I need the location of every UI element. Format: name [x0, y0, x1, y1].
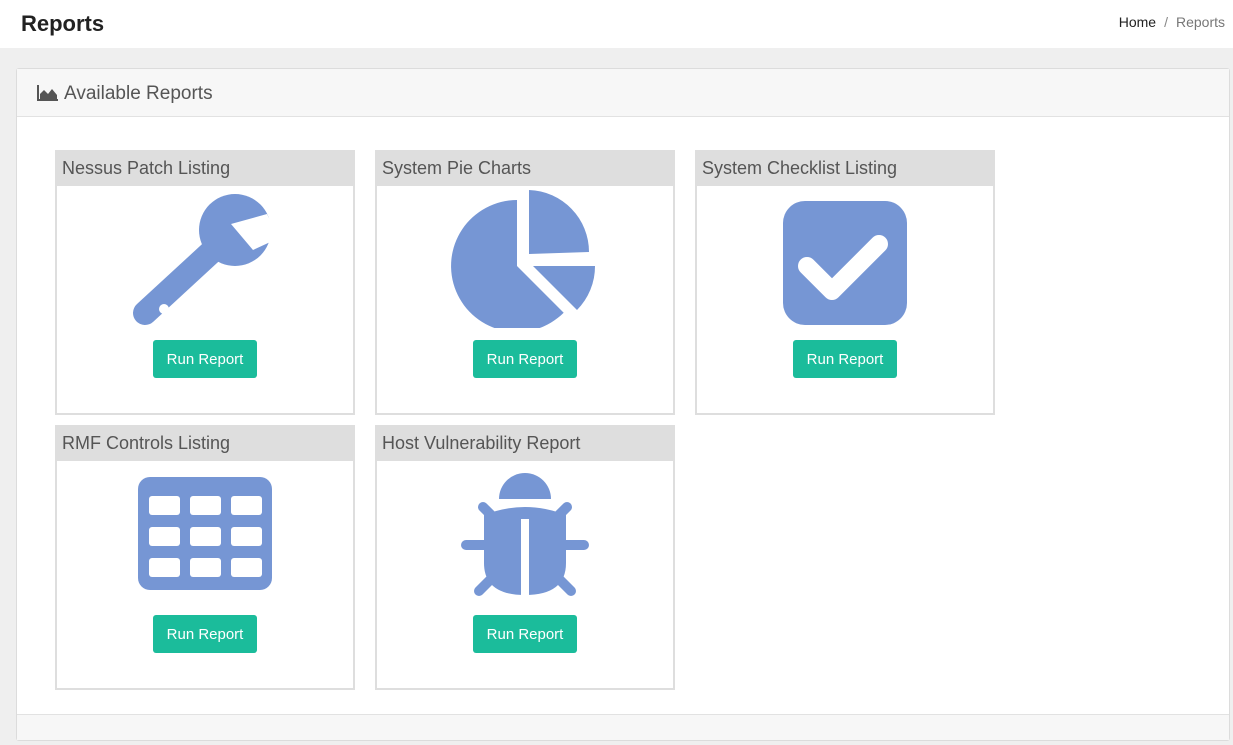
checkbox-icon [697, 188, 993, 328]
card-header: RMF Controls Listing [57, 427, 353, 461]
breadcrumb-home-link[interactable]: Home [1119, 14, 1156, 30]
available-reports-panel: Available Reports Nessus Patch Listing R… [16, 68, 1230, 741]
run-report-button[interactable]: Run Report [793, 340, 897, 378]
run-report-button[interactable]: Run Report [473, 340, 577, 378]
report-card-nessus-patch-listing: Nessus Patch Listing Run Report [55, 150, 355, 415]
report-card-host-vulnerability-report: Host Vulnerability Report Run Report [375, 425, 675, 690]
breadcrumb: Home / Reports [1119, 14, 1225, 30]
run-report-button[interactable]: Run Report [153, 340, 257, 378]
breadcrumb-separator: / [1164, 14, 1168, 30]
report-card-system-checklist-listing: System Checklist Listing Run Report [695, 150, 995, 415]
run-report-button[interactable]: Run Report [153, 615, 257, 653]
report-card-rmf-controls-listing: RMF Controls Listing Run Report [55, 425, 355, 690]
top-bar: Reports Home / Reports [0, 0, 1233, 48]
card-title: Host Vulnerability Report [382, 433, 581, 453]
pie-chart-icon [377, 188, 673, 332]
card-header: System Checklist Listing [697, 152, 993, 186]
run-report-button[interactable]: Run Report [473, 615, 577, 653]
card-header: Host Vulnerability Report [377, 427, 673, 461]
page-title: Reports [21, 11, 105, 36]
panel-footer [17, 714, 1229, 740]
card-title: System Checklist Listing [702, 158, 898, 178]
card-header: Nessus Patch Listing [57, 152, 353, 186]
card-title: Nessus Patch Listing [62, 158, 231, 178]
wrench-icon [57, 188, 353, 328]
panel-header: Available Reports [17, 69, 1229, 117]
area-chart-icon [37, 84, 59, 107]
card-header: System Pie Charts [377, 152, 673, 186]
bug-icon [377, 463, 673, 603]
panel-title: Available Reports [64, 83, 213, 104]
report-card-system-pie-charts: System Pie Charts Run Report [375, 150, 675, 415]
card-title: RMF Controls Listing [62, 433, 231, 453]
breadcrumb-current: Reports [1175, 14, 1225, 30]
card-title: System Pie Charts [382, 158, 532, 178]
table-icon [57, 463, 353, 603]
